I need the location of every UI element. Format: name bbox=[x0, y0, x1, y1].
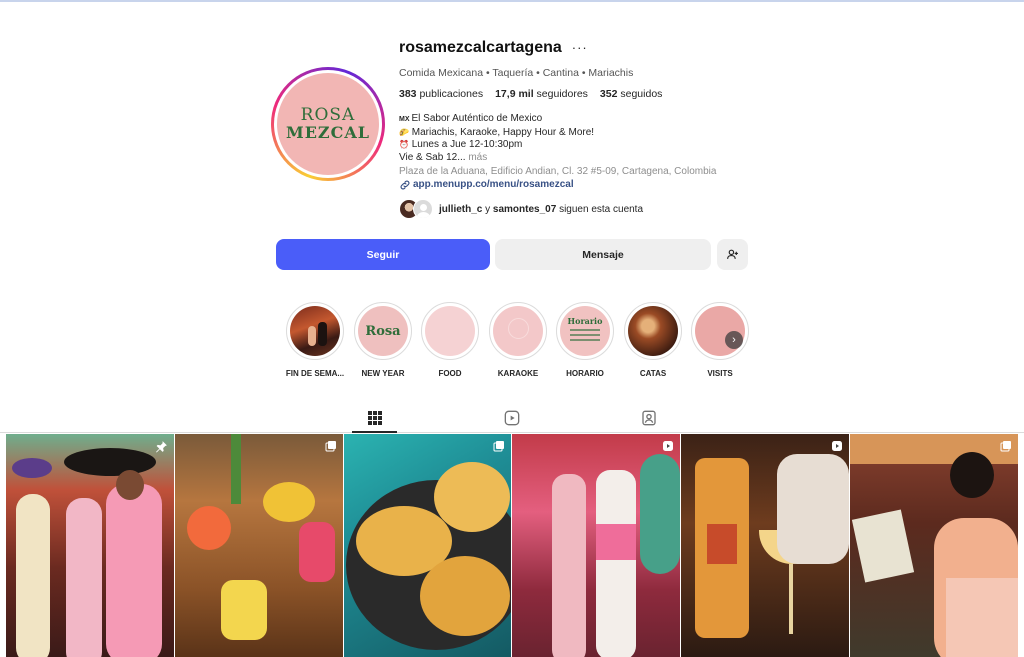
add-user-icon bbox=[727, 249, 738, 259]
followers-stat[interactable]: 17,9 mil seguidores bbox=[495, 88, 588, 100]
follow-button[interactable]: Seguir bbox=[276, 239, 490, 270]
highlight-horario[interactable]: Horario HORARIO bbox=[555, 302, 615, 378]
following-stat[interactable]: 352 seguidos bbox=[600, 88, 662, 100]
message-button[interactable]: Mensaje bbox=[495, 239, 711, 270]
highlight-thumbnail: Rosa bbox=[358, 306, 408, 356]
bio-line-3: Lunes a Jue 12-10:30pm bbox=[411, 139, 523, 150]
post-1[interactable] bbox=[6, 434, 174, 657]
mexico-flag-icon: MX bbox=[399, 116, 410, 123]
followed-by-text: jullieth_c y samontes_07 siguen esta cue… bbox=[439, 203, 644, 215]
posts-grid-icon bbox=[368, 411, 382, 425]
post-4[interactable] bbox=[512, 434, 680, 657]
tagged-icon bbox=[642, 410, 656, 426]
highlights-next-button[interactable]: › bbox=[725, 331, 743, 349]
username: rosamezcalcartagena bbox=[399, 39, 562, 56]
highlight-thumbnail bbox=[290, 306, 340, 356]
reel-icon bbox=[663, 441, 673, 451]
highlight-catas[interactable]: CATAS bbox=[623, 302, 683, 378]
followed-by[interactable]: jullieth_c y samontes_07 siguen esta cue… bbox=[399, 197, 643, 221]
profile-avatar[interactable]: ROSA MEZCAL bbox=[271, 67, 385, 181]
suggested-users-button[interactable] bbox=[717, 239, 748, 270]
pinned-icon bbox=[156, 441, 167, 453]
posts-stat: 383 publicaciones bbox=[399, 88, 484, 100]
profile-stats: 383 publicaciones 17,9 mil seguidores 35… bbox=[399, 88, 759, 100]
bio-line-2: Mariachis, Karaoke, Happy Hour & More! bbox=[411, 126, 595, 138]
active-tab-indicator bbox=[352, 431, 397, 433]
tab-reels[interactable] bbox=[502, 408, 522, 428]
more-options-icon[interactable]: ··· bbox=[572, 41, 588, 54]
link-icon bbox=[400, 180, 410, 190]
profile-link[interactable]: app.menupp.co/menu/rosamezcal bbox=[399, 178, 759, 192]
logo-line-1: ROSA bbox=[300, 104, 356, 125]
post-3[interactable] bbox=[344, 434, 511, 657]
highlight-food[interactable]: FOOD bbox=[420, 302, 480, 378]
taco-icon: 🌮 bbox=[399, 127, 409, 137]
carousel-icon bbox=[325, 441, 336, 452]
bio-line-4: Vie & Sab 12... bbox=[399, 151, 466, 163]
post-2[interactable] bbox=[175, 434, 343, 657]
post-6[interactable] bbox=[850, 434, 1018, 657]
tab-tagged[interactable] bbox=[639, 408, 659, 428]
profile-info: rosamezcalcartagena ··· Comida Mexicana … bbox=[399, 38, 759, 192]
reels-icon bbox=[504, 410, 520, 426]
highlight-fin-de-semana[interactable]: FIN DE SEMA... bbox=[285, 302, 345, 378]
follower-avatar-placeholder bbox=[413, 199, 433, 219]
chevron-right-icon: › bbox=[732, 334, 736, 346]
logo-line-2: MEZCAL bbox=[286, 122, 370, 142]
rosa-mezcal-logo: ROSA MEZCAL bbox=[277, 73, 379, 175]
highlight-thumbnail bbox=[628, 306, 678, 356]
profile-bio: MX El Sabor Auténtico de Mexico 🌮 Mariach… bbox=[399, 113, 759, 164]
highlight-new-year[interactable]: Rosa NEW YEAR bbox=[353, 302, 413, 378]
profile-address: Plaza de la Aduana, Edificio Andian, Cl.… bbox=[399, 166, 717, 177]
tabs-divider bbox=[0, 432, 1024, 433]
tab-posts[interactable] bbox=[365, 408, 385, 428]
highlight-karaoke[interactable]: KARAOKE bbox=[488, 302, 548, 378]
bio-line-1: El Sabor Auténtico de Mexico bbox=[411, 113, 543, 124]
highlight-thumbnail bbox=[493, 306, 543, 356]
carousel-icon bbox=[1000, 441, 1011, 452]
post-5[interactable] bbox=[681, 434, 849, 657]
profile-category: Comida Mexicana • Taquería • Cantina • M… bbox=[399, 67, 634, 79]
highlight-thumbnail: Horario bbox=[560, 306, 610, 356]
bio-more-link[interactable]: más bbox=[468, 152, 487, 163]
carousel-icon bbox=[493, 441, 504, 452]
reel-icon bbox=[832, 441, 842, 451]
browser-top-border bbox=[0, 0, 1024, 2]
alarm-clock-icon: ⏰ bbox=[399, 140, 409, 149]
highlight-thumbnail bbox=[425, 306, 475, 356]
